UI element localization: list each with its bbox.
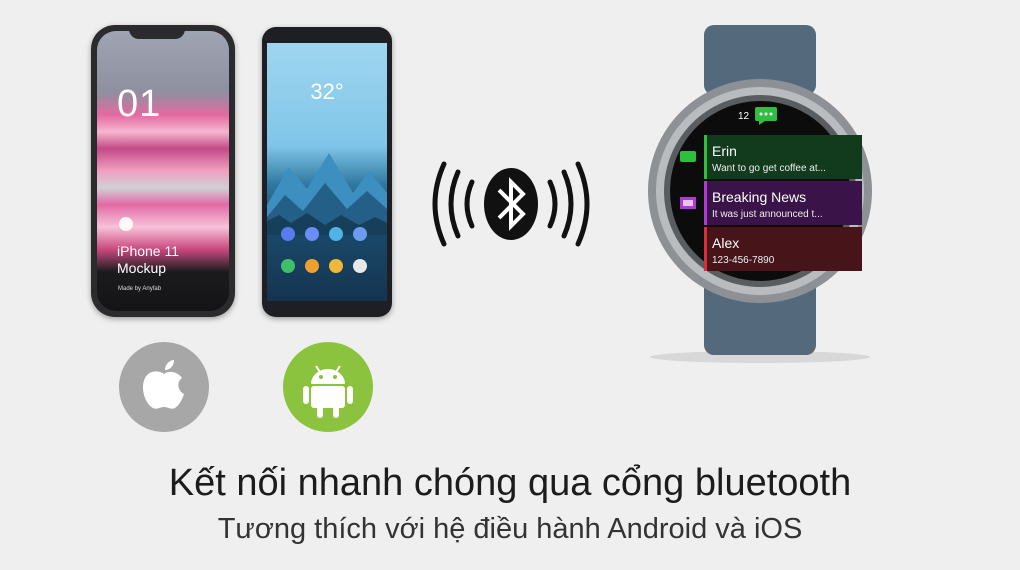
iphone-notch [129, 25, 185, 39]
app-icon [353, 259, 367, 273]
iphone-model-line1: iPhone 11 [117, 243, 180, 259]
android-logo-icon [283, 342, 373, 432]
iphone-screen: 01 iPhone 11 Mockup Made by Anyfab [97, 31, 229, 311]
iphone-model-label: iPhone 11 Mockup [117, 243, 217, 277]
mountain-wallpaper [267, 153, 387, 235]
phone-app-icon [281, 259, 295, 273]
android-temperature: 32° [310, 79, 344, 104]
notification-1-title: Erin [712, 143, 737, 159]
android-device: 32° [262, 27, 392, 317]
notification-2-subtitle: It was just announced t... [712, 209, 823, 220]
caption-title: Kết nối nhanh chóng qua cổng bluetooth [168, 462, 852, 504]
iphone-apple-mark-icon [119, 217, 133, 231]
iphone-device: 01 iPhone 11 Mockup Made by Anyfab [91, 25, 235, 317]
app-icon [329, 227, 343, 241]
chat-icon [755, 107, 777, 125]
android-screen: 32° [267, 43, 387, 301]
app-icon [305, 259, 319, 273]
iphone-model-line2: Mockup [117, 260, 167, 276]
message-icon [680, 151, 696, 162]
android-app-grid [281, 227, 377, 273]
caption-subtitle: Tương thích với hệ điều hành Android và … [217, 513, 803, 545]
apple-logo-icon [119, 342, 209, 432]
app-icon [281, 227, 295, 241]
smartwatch: 12 Erin Want to go get coffee at... Brea… [640, 25, 875, 365]
iphone-made-by: Made by Anyfab [118, 286, 162, 292]
iphone-screen-number: 01 [117, 83, 162, 125]
app-icon [305, 227, 319, 241]
news-icon [680, 197, 696, 209]
notification-3-title: Alex [712, 235, 740, 251]
app-icon [329, 259, 343, 273]
notification-3-subtitle: 123-456-7890 [712, 255, 775, 266]
notification-2-title: Breaking News [712, 189, 807, 205]
watch-time: 12 [738, 111, 750, 122]
notification-1-subtitle: Want to go get coffee at... [712, 163, 826, 174]
app-icon [353, 227, 367, 241]
bluetooth-icon [432, 161, 590, 247]
